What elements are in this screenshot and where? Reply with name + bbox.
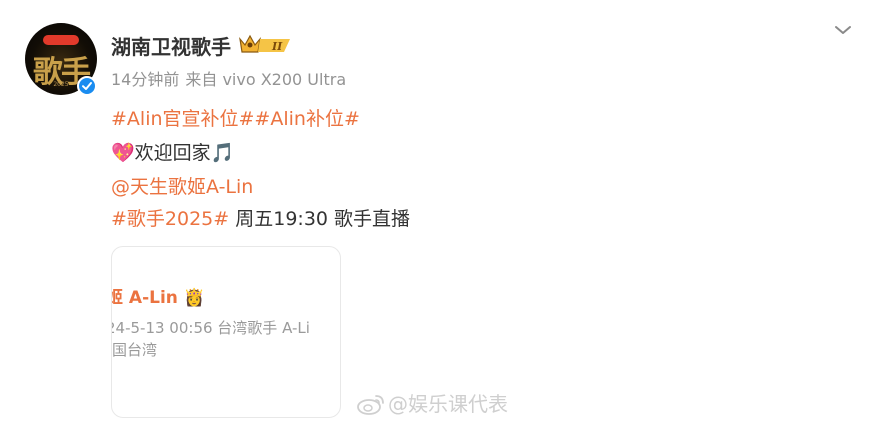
watermark: @娱乐课代表 xyxy=(356,388,508,416)
welcome-text: 欢迎回家 xyxy=(134,142,211,164)
card-title: 姬 A-Lin 👸 xyxy=(111,283,205,308)
mention-alin[interactable]: @天生歌姬A-Lin xyxy=(111,176,253,198)
hashtag-singer-2025[interactable]: #歌手2025# xyxy=(111,208,229,230)
princess-emoji-icon: 👸 xyxy=(183,288,205,308)
author-name[interactable]: 湖南卫视歌手 xyxy=(111,31,231,60)
verified-icon xyxy=(77,76,97,96)
post-source: 来自 vivo X200 Ultra xyxy=(185,70,347,89)
card-title-text: 姬 A-Lin xyxy=(111,288,178,308)
broadcast-info: 周五19:30 歌手直播 xyxy=(229,208,411,230)
chevron-down-icon[interactable] xyxy=(833,20,853,40)
card-location: 国台湾 xyxy=(112,341,158,359)
post-line-2: 💖欢迎回家🎵 xyxy=(111,138,234,165)
music-note-emoji-icon: 🎵 xyxy=(210,142,235,164)
card-date-line: 24-5-13 00:56 台湾歌手 A-Li xyxy=(111,319,310,337)
weibo-logo-icon xyxy=(357,395,384,415)
post-time[interactable]: 14分钟前 xyxy=(111,70,179,89)
post-line-1: #Alin官宣补位##Alin补位# xyxy=(111,104,360,131)
quoted-card[interactable]: 姬 A-Lin 👸 24-5-13 00:56 台湾歌手 A-Li 国台湾 xyxy=(111,246,341,418)
hashtag-alin[interactable]: #Alin官宣补位##Alin补位# xyxy=(111,108,360,130)
avatar-logo-badge xyxy=(43,35,79,45)
watermark-text: @娱乐课代表 xyxy=(388,392,508,416)
crown-vip-icon[interactable]: II xyxy=(238,33,294,55)
post-meta: 14分钟前 来自 vivo X200 Ultra xyxy=(111,66,352,90)
post-line-4: #歌手2025# 周五19:30 歌手直播 xyxy=(111,204,410,231)
post-line-3: @天生歌姬A-Lin xyxy=(111,172,253,199)
heart-emoji-icon: 💖 xyxy=(111,142,135,164)
vip-level: II xyxy=(271,40,283,53)
